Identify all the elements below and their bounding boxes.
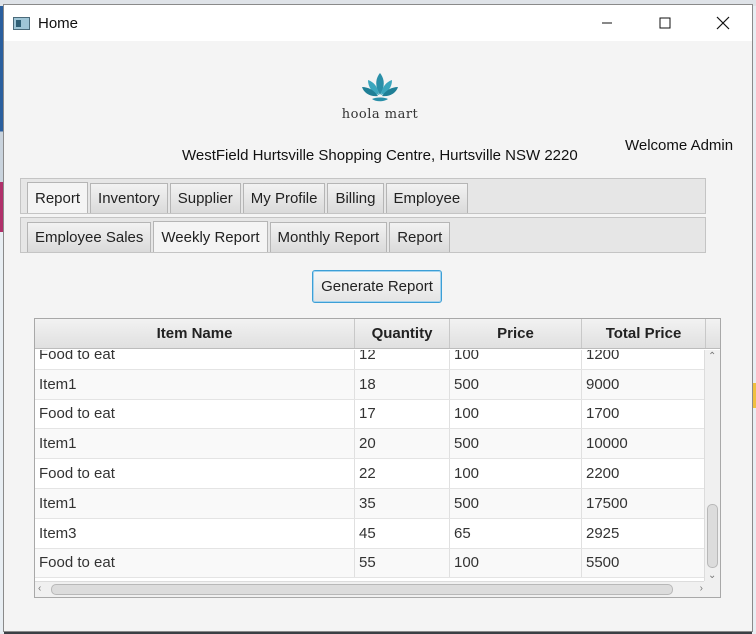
header: hoola mart WestField Hurtsville Shopping… bbox=[4, 41, 752, 176]
table-row[interactable]: Food to eat 17 100 1700 bbox=[35, 399, 706, 430]
cell-item-name: Item3 bbox=[35, 518, 355, 548]
table-row[interactable]: Item3 45 65 2925 bbox=[35, 518, 706, 549]
cell-total-price: 17500 bbox=[582, 488, 706, 518]
window-app-icon bbox=[13, 16, 30, 30]
weekly-report-table: Item Name Quantity Price Total Price Foo… bbox=[34, 318, 721, 598]
minimize-button[interactable] bbox=[578, 5, 636, 41]
column-header-item-name[interactable]: Item Name bbox=[35, 319, 355, 348]
tab-inventory[interactable]: Inventory bbox=[90, 183, 168, 213]
tab-weekly-report[interactable]: Weekly Report bbox=[153, 221, 268, 252]
table-row[interactable]: Food to eat 22 100 2200 bbox=[35, 459, 706, 489]
maximize-icon bbox=[659, 17, 671, 29]
cell-quantity: 12 bbox=[355, 350, 450, 369]
cell-price: 65 bbox=[450, 518, 582, 548]
vertical-scroll-thumb[interactable] bbox=[707, 504, 718, 568]
scroll-left-icon[interactable]: ‹ bbox=[38, 584, 41, 594]
cell-total-price: 2925 bbox=[582, 518, 706, 548]
report-sub-tab-bar: Employee Sales Weekly Report Monthly Rep… bbox=[20, 217, 706, 253]
close-icon bbox=[716, 16, 730, 30]
cell-price: 100 bbox=[450, 350, 582, 369]
cell-quantity: 55 bbox=[355, 548, 450, 578]
maximize-button[interactable] bbox=[636, 5, 694, 41]
column-header-price[interactable]: Price bbox=[450, 319, 582, 348]
lotus-icon bbox=[362, 73, 398, 102]
scroll-up-icon[interactable]: ⌃ bbox=[708, 352, 716, 362]
cell-price: 500 bbox=[450, 488, 582, 518]
horizontal-scrollbar[interactable]: ‹ › bbox=[35, 581, 706, 597]
cell-total-price: 1200 bbox=[582, 350, 706, 369]
cell-quantity: 45 bbox=[355, 518, 450, 548]
tab-report[interactable]: Report bbox=[27, 182, 89, 213]
cell-item-name: Food to eat bbox=[35, 459, 355, 488]
cell-item-name: Item1 bbox=[35, 488, 355, 518]
tab-employee-sales[interactable]: Employee Sales bbox=[27, 222, 152, 252]
cell-price: 100 bbox=[450, 459, 582, 488]
vertical-scrollbar[interactable]: ⌃ ⌄ bbox=[704, 350, 720, 582]
scroll-down-icon[interactable]: ⌄ bbox=[708, 571, 716, 581]
horizontal-scroll-thumb[interactable] bbox=[51, 584, 673, 595]
cell-item-name: Food to eat bbox=[35, 399, 355, 429]
cell-quantity: 35 bbox=[355, 488, 450, 518]
brand-name: hoola mart bbox=[341, 107, 419, 122]
table-row[interactable]: Food to eat 55 100 5500 bbox=[35, 548, 706, 579]
table-row[interactable]: Food to eat 12 100 1200 bbox=[35, 350, 706, 370]
table-row[interactable]: Item1 18 500 9000 bbox=[35, 369, 706, 400]
cell-quantity: 20 bbox=[355, 429, 450, 459]
table-body[interactable]: Food to eat 12 100 1200 Item1 18 500 900… bbox=[35, 350, 706, 582]
title-bar[interactable]: Home bbox=[4, 5, 752, 41]
tab-supplier[interactable]: Supplier bbox=[169, 183, 241, 213]
tab-billing[interactable]: Billing bbox=[327, 183, 384, 213]
tab-monthly-report[interactable]: Monthly Report bbox=[269, 222, 388, 252]
tab-report-sub[interactable]: Report bbox=[389, 222, 451, 252]
close-button[interactable] bbox=[694, 5, 752, 41]
cell-total-price: 2200 bbox=[582, 459, 706, 488]
cell-total-price: 1700 bbox=[582, 399, 706, 429]
table-header: Item Name Quantity Price Total Price bbox=[35, 319, 720, 349]
cell-item-name: Food to eat bbox=[35, 548, 355, 578]
main-tab-bar: Report Inventory Supplier My Profile Bil… bbox=[20, 178, 706, 214]
cell-total-price: 5500 bbox=[582, 548, 706, 578]
cell-item-name: Item1 bbox=[35, 369, 355, 399]
scrollbar-corner bbox=[704, 581, 720, 597]
brand-logo: hoola mart bbox=[340, 71, 420, 122]
window-title: Home bbox=[38, 14, 79, 32]
cell-quantity: 17 bbox=[355, 399, 450, 429]
tab-my-profile[interactable]: My Profile bbox=[242, 183, 326, 213]
table-row[interactable]: Item1 20 500 10000 bbox=[35, 429, 706, 460]
home-window: Home hoola mart WestField Hurtsville Sho… bbox=[3, 4, 753, 632]
minimize-icon bbox=[602, 22, 612, 24]
cell-price: 100 bbox=[450, 399, 582, 429]
tab-employee[interactable]: Employee bbox=[385, 183, 469, 213]
cell-total-price: 9000 bbox=[582, 369, 706, 399]
window-controls bbox=[578, 5, 752, 41]
cell-price: 500 bbox=[450, 429, 582, 459]
store-address: WestField Hurtsville Shopping Centre, Hu… bbox=[182, 147, 578, 164]
column-header-quantity[interactable]: Quantity bbox=[355, 319, 450, 348]
generate-report-button[interactable]: Generate Report bbox=[312, 270, 442, 303]
cell-total-price: 10000 bbox=[582, 429, 706, 459]
cell-price: 100 bbox=[450, 548, 582, 578]
cell-item-name: Food to eat bbox=[35, 350, 355, 369]
cell-quantity: 22 bbox=[355, 459, 450, 488]
scroll-right-icon[interactable]: › bbox=[700, 584, 703, 594]
table-row[interactable]: Item1 35 500 17500 bbox=[35, 488, 706, 519]
column-header-total-price[interactable]: Total Price bbox=[582, 319, 706, 348]
welcome-label: Welcome Admin bbox=[625, 137, 734, 154]
cell-item-name: Item1 bbox=[35, 429, 355, 459]
cell-quantity: 18 bbox=[355, 369, 450, 399]
cell-price: 500 bbox=[450, 369, 582, 399]
